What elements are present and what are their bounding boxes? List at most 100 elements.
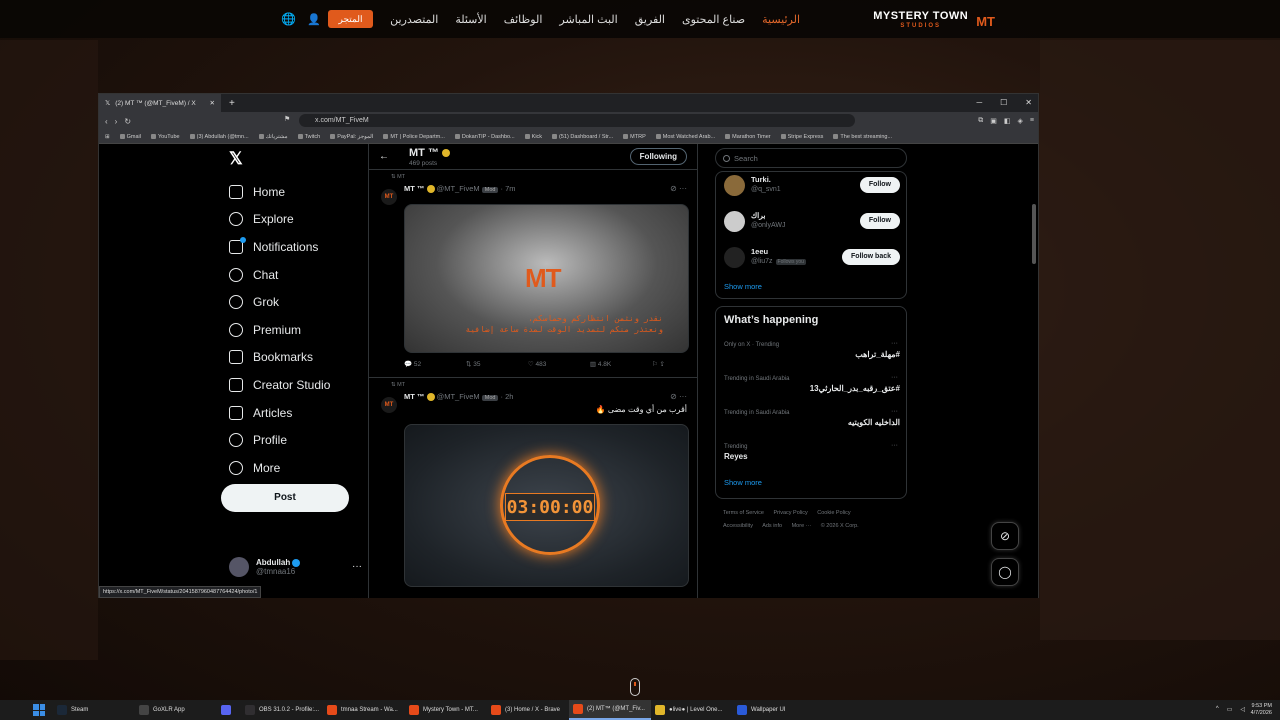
bookmark-item[interactable]: Kick (524, 134, 542, 140)
bookmark-item[interactable]: Gmail (119, 134, 141, 140)
taskbar-item[interactable]: Mystery Town - MT... (405, 700, 487, 720)
x-logo-icon[interactable]: 𝕏 (229, 149, 243, 169)
avatar[interactable]: MT (381, 189, 397, 205)
tweet-image[interactable]: MT نقدر ونثمن انتظاركم وحماسكم، ونعتذر م… (404, 204, 689, 353)
taskbar-item[interactable]: ●live● | Level One... (651, 700, 733, 720)
taskbar-item[interactable] (217, 700, 241, 720)
site-nav-faq[interactable]: الأسئلة (455, 13, 486, 26)
back-icon[interactable]: ‹ (105, 117, 108, 126)
follow-back-button[interactable]: Follow back (841, 249, 900, 265)
bookmark-item[interactable]: YouTube (150, 134, 180, 140)
follow-suggestion[interactable]: براك @onlyAWJ Follow (724, 211, 900, 239)
trend-item[interactable]: Trending in Saudi Arabia ··· #عتق_رقبه_ب… (724, 374, 900, 404)
site-nav-leaders[interactable]: المتصدرين (390, 13, 438, 26)
tweet[interactable]: ⇅ MT MT MT ™ @MT_FiveM Mod · 2h ⊘ ··· أق… (369, 378, 697, 598)
reply-button[interactable]: 💬 52 (404, 360, 466, 368)
more-icon[interactable]: ··· (891, 442, 898, 449)
site-nav-live[interactable]: البث المباشر (559, 13, 617, 26)
taskbar-item[interactable]: (2) MT™ (@MT_Fiv... (569, 700, 651, 720)
nav-chat[interactable]: Chat (229, 261, 330, 289)
search-input[interactable]: Search (715, 148, 907, 168)
new-tab-icon[interactable]: + (229, 98, 235, 109)
trend-item[interactable]: Trending in Saudi Arabia ··· الداخليه ال… (724, 408, 900, 438)
site-nav-creators[interactable]: صناع المحتوى (682, 13, 745, 26)
bookmark-item[interactable]: PayPal: الموجز (330, 134, 373, 140)
maximize-icon[interactable]: ☐ (1000, 94, 1007, 112)
site-nav-team[interactable]: الفريق (635, 13, 665, 26)
nav-articles[interactable]: Articles (229, 399, 330, 427)
sidebar-icon[interactable]: ◧ (1004, 117, 1011, 125)
more-icon[interactable]: ··· (891, 374, 898, 381)
trend-item[interactable]: Trending ··· Reyes (724, 442, 900, 472)
trend-item[interactable]: Only on X · Trending ··· #مهلة_تراهب (724, 340, 900, 370)
nav-bookmarks[interactable]: Bookmarks (229, 344, 330, 372)
forward-icon[interactable]: › (115, 117, 118, 126)
more-icon[interactable]: ··· (891, 340, 898, 347)
bookmark-item[interactable]: DokanTIP - Dashbo... (454, 134, 515, 140)
bookmark-item[interactable]: The best streaming... (833, 134, 892, 140)
footer-link[interactable]: Cookie Policy (817, 510, 850, 516)
follow-button[interactable]: Follow (859, 177, 900, 193)
bookmark-item[interactable]: MT | Police Departm... (383, 134, 445, 140)
views-button[interactable]: ▥ 4.8K (590, 360, 652, 368)
follow-suggestion[interactable]: Turki. @q_svn1 Follow (724, 175, 900, 203)
taskbar-item[interactable]: tmnaa Stream - Wa... (323, 700, 405, 720)
bookmark-item[interactable]: (3) Abdullah (@tmn... (189, 134, 249, 140)
clock[interactable]: 9:53 PM 4/7/2026 (1251, 703, 1272, 717)
windows-start-icon[interactable] (33, 704, 45, 716)
taskbar-item[interactable]: Wallpaper UI (733, 700, 815, 720)
repost-button[interactable]: ⇅ 35 (466, 360, 528, 368)
bookmark-item[interactable]: Stripe Express (780, 134, 823, 140)
menu-icon[interactable]: ≡ (1030, 117, 1034, 125)
nav-creator-studio[interactable]: Creator Studio (229, 371, 330, 399)
taskbar-item[interactable]: Steam (53, 700, 135, 720)
brand-logo[interactable]: MYSTERY TOWN STUDIOS MT (873, 11, 995, 31)
bookmark-icon[interactable]: ⚑ (284, 115, 290, 123)
nav-grok[interactable]: Grok (229, 288, 330, 316)
like-button[interactable]: ♡ 483 (528, 360, 590, 368)
minimize-icon[interactable]: ─ (976, 94, 982, 112)
tweet-options[interactable]: ⊘ ··· (670, 392, 687, 401)
extension-icon[interactable]: ⧉ (978, 117, 983, 125)
bookmark-item[interactable]: Marathon Timer (725, 134, 771, 140)
network-icon[interactable]: ▭ (1227, 706, 1233, 713)
browser-tab[interactable]: 𝕏 (2) MT ™ (@MT_FiveM) / X ✕ (99, 94, 221, 112)
close-window-icon[interactable]: ✕ (1025, 94, 1032, 112)
follow-suggestion[interactable]: 1eeu @liu7z Follows you Follow back (724, 247, 900, 275)
share-button[interactable]: ⚐ ⇪ (652, 360, 689, 368)
apps-icon[interactable]: ⊞ (105, 134, 110, 140)
more-icon[interactable]: ··· (352, 561, 362, 572)
reload-icon[interactable]: ↻ (124, 117, 131, 126)
footer-link[interactable]: Privacy Policy (774, 510, 808, 516)
nav-profile[interactable]: Profile (229, 426, 330, 454)
footer-link[interactable]: Terms of Service (723, 510, 764, 516)
nav-explore[interactable]: Explore (229, 206, 330, 234)
nav-home[interactable]: Home (229, 178, 330, 206)
following-button[interactable]: Following (629, 148, 687, 165)
scrollbar[interactable] (1032, 204, 1036, 264)
chevron-up-icon[interactable]: ^ (1216, 706, 1219, 713)
url-input[interactable]: x.com/MT_FiveM (299, 114, 855, 127)
more-icon[interactable]: ··· (891, 408, 898, 415)
nav-more[interactable]: More (229, 454, 330, 482)
nav-premium[interactable]: Premium (229, 316, 330, 344)
bookmark-item[interactable]: MTRP (623, 134, 646, 140)
footer-link[interactable]: Accessibility (723, 523, 753, 529)
site-nav-home[interactable]: الرئيسية (762, 13, 800, 26)
store-button[interactable]: المتجر (328, 10, 373, 28)
site-nav-jobs[interactable]: الوظائف (504, 13, 543, 26)
post-button[interactable]: Post (221, 484, 349, 512)
tweet-image[interactable]: 03:00:00 (404, 424, 689, 587)
footer-link[interactable]: More ··· (792, 523, 812, 529)
user-icon[interactable]: 👤 (307, 13, 321, 26)
bookmark-item[interactable]: (51) Dashboard / Str... (552, 134, 613, 140)
show-more-link[interactable]: Show more (724, 478, 762, 487)
account-switcher[interactable]: Abdullah @tmnaa16 ··· (229, 557, 362, 577)
close-tab-icon[interactable]: ✕ (210, 99, 215, 107)
chat-fab-icon[interactable]: ◯ (991, 558, 1019, 586)
follow-button[interactable]: Follow (859, 213, 900, 229)
taskbar-item[interactable]: (3) Home / X - Brave (487, 700, 569, 720)
taskbar-item[interactable]: OBS 31.0.2 - Profile:... (241, 700, 323, 720)
bookmark-item[interactable]: Twitch (297, 134, 320, 140)
extension-icon[interactable]: ▣ (990, 117, 997, 125)
